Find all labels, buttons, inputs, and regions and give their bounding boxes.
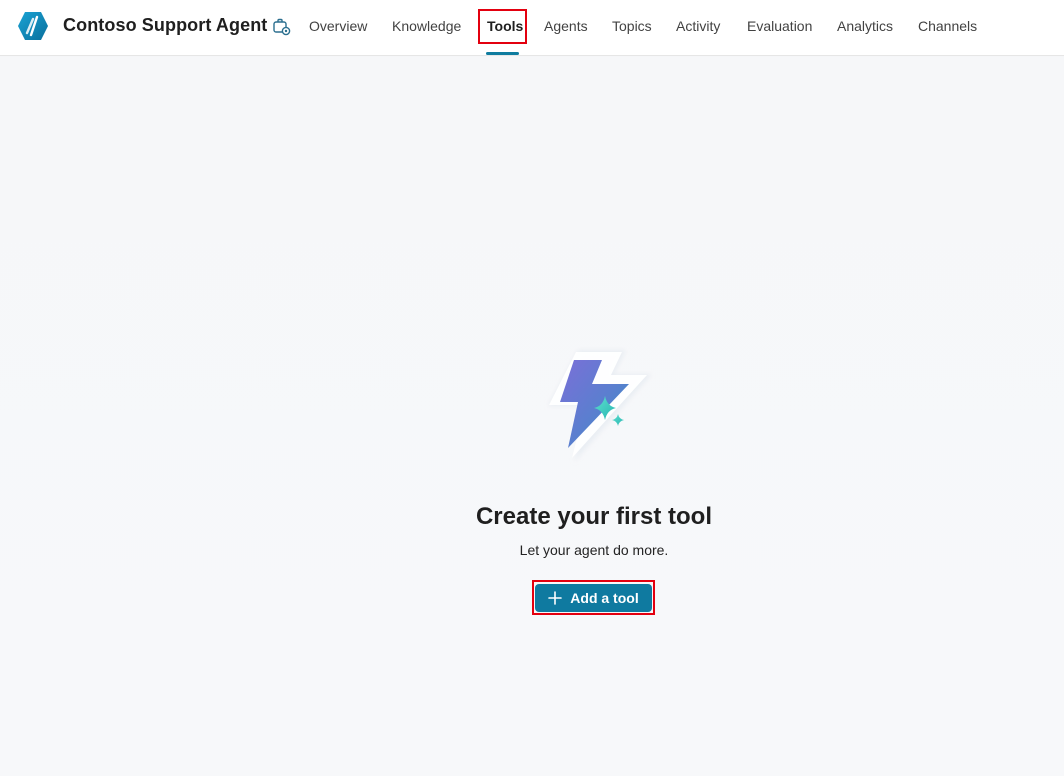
briefcase-settings-icon[interactable] bbox=[272, 17, 291, 36]
empty-state-subtitle: Let your agent do more. bbox=[519, 542, 669, 558]
tab-activity[interactable]: Activity bbox=[676, 18, 720, 34]
empty-state-title: Create your first tool bbox=[475, 503, 713, 530]
top-header: Contoso Support Agent Overview Knowledge… bbox=[0, 0, 1064, 56]
tab-topics[interactable]: Topics bbox=[612, 18, 652, 34]
tab-analytics[interactable]: Analytics bbox=[837, 18, 893, 34]
lightning-sparkle-icon bbox=[548, 350, 652, 462]
agent-logo-icon[interactable] bbox=[17, 11, 49, 41]
add-tool-button[interactable]: Add a tool bbox=[535, 584, 652, 612]
tab-knowledge[interactable]: Knowledge bbox=[392, 18, 461, 34]
tab-tools[interactable]: Tools bbox=[487, 18, 523, 34]
main-content bbox=[0, 57, 1064, 776]
tab-evaluation[interactable]: Evaluation bbox=[747, 18, 812, 34]
tab-channels[interactable]: Channels bbox=[918, 18, 977, 34]
add-tool-label: Add a tool bbox=[570, 590, 639, 606]
tab-agents[interactable]: Agents bbox=[544, 18, 588, 34]
plus-icon bbox=[548, 591, 563, 605]
app-title: Contoso Support Agent bbox=[63, 15, 268, 35]
tab-overview[interactable]: Overview bbox=[309, 18, 367, 34]
active-tab-indicator bbox=[486, 52, 519, 55]
